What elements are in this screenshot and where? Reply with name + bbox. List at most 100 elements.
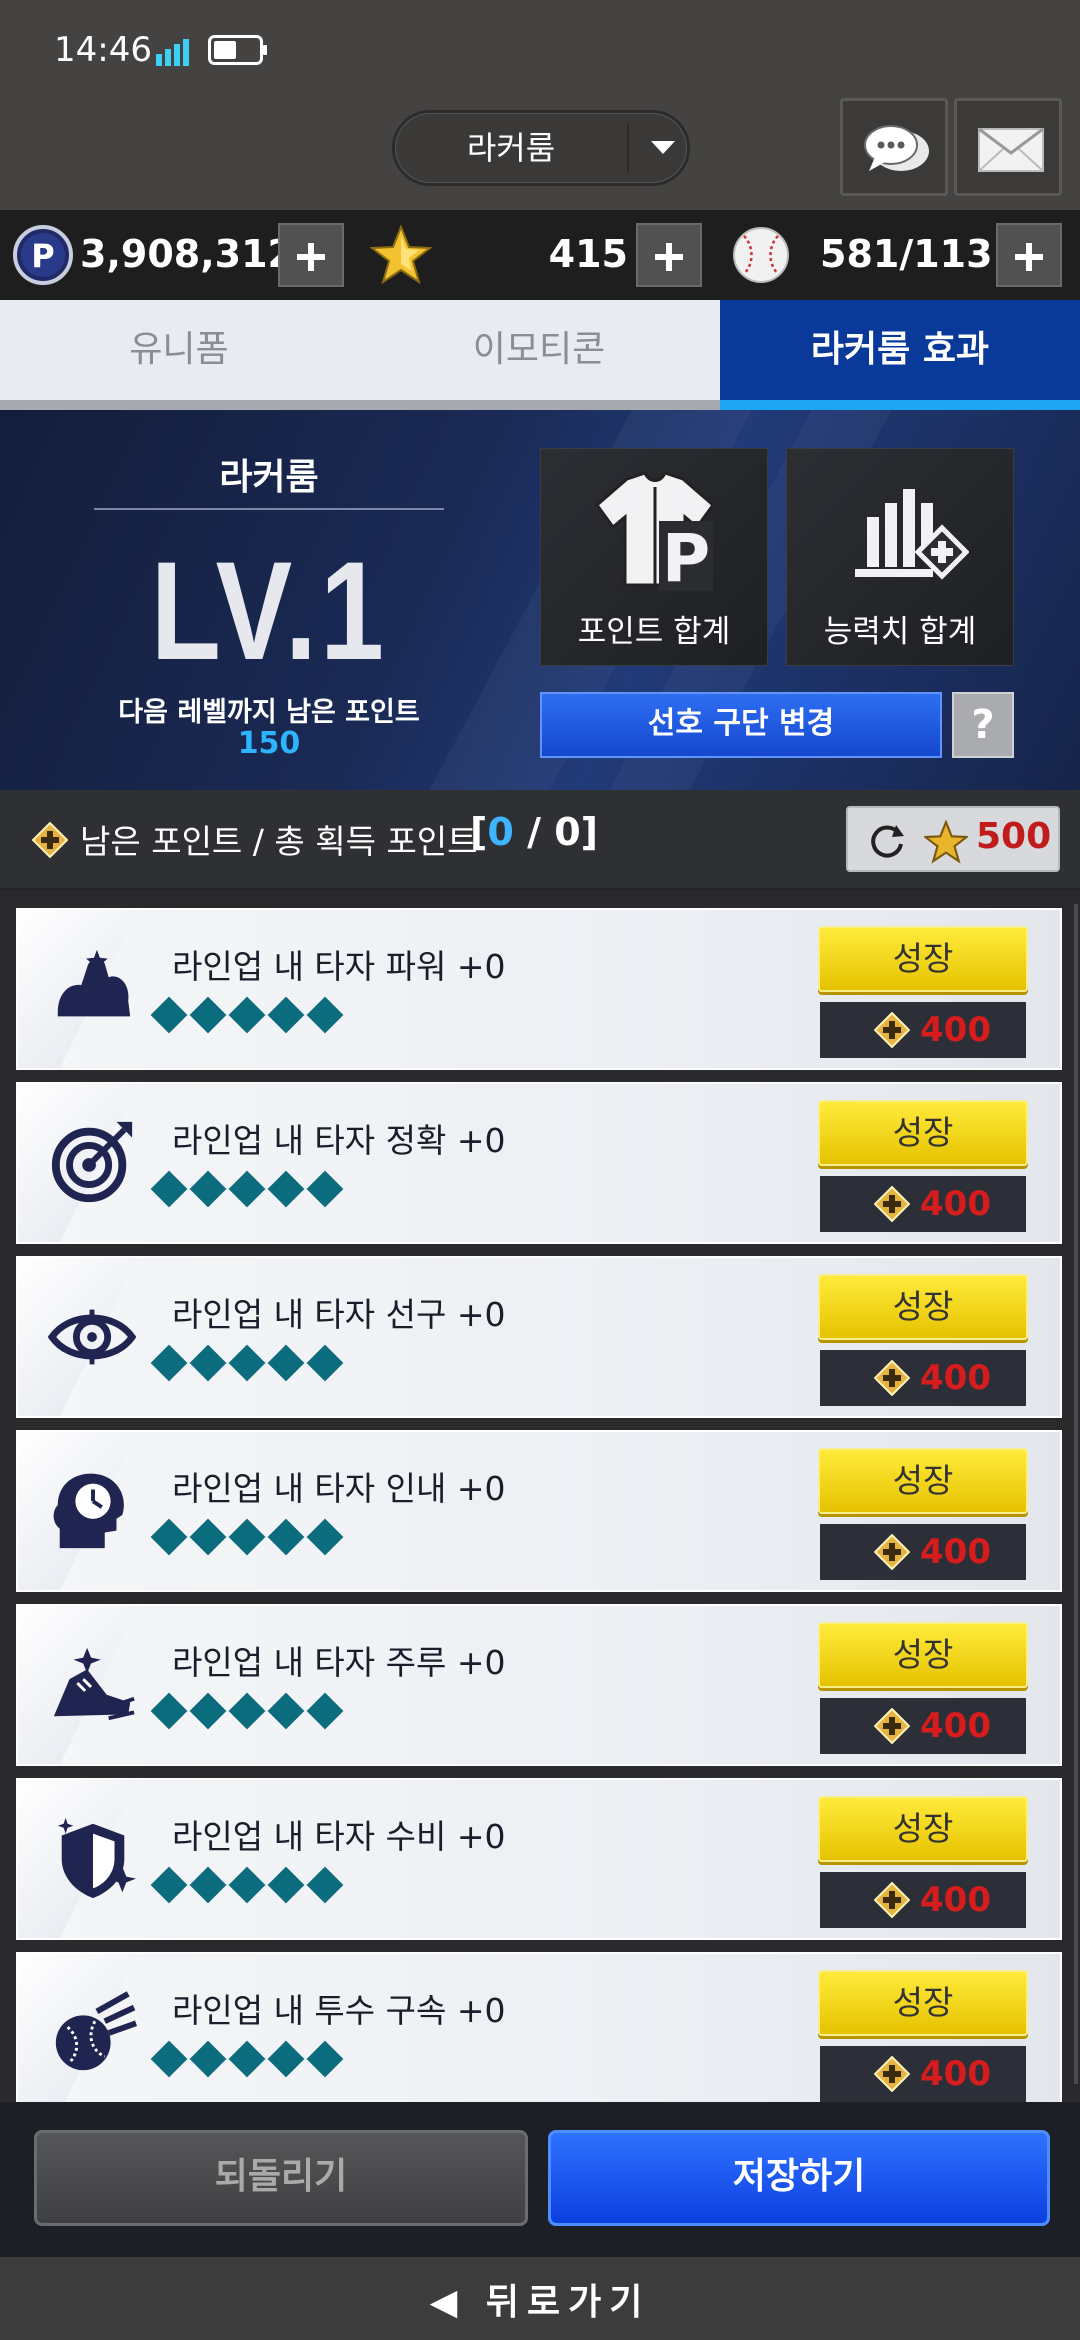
undo-button[interactable]: 되돌리기 <box>34 2130 528 2226</box>
grow-button[interactable]: 성장 <box>818 1622 1028 1688</box>
bar-chart-plus-icon <box>855 489 969 580</box>
level-gems <box>150 996 351 1038</box>
grow-cost: 400 <box>820 1176 1026 1232</box>
effect-label: 라인업 내 타자 선구 +0 <box>172 1295 506 1334</box>
gem-icon <box>306 2040 344 2078</box>
gem-icon <box>189 1344 227 1382</box>
plus-diamond-icon <box>874 1012 910 1048</box>
gem-icon <box>189 1518 227 1556</box>
next-level-value: 150 <box>237 726 301 761</box>
grow-button[interactable]: 성장 <box>818 926 1028 992</box>
scrollbar[interactable] <box>1074 904 1078 2084</box>
running-shoe-icon <box>53 1647 135 1721</box>
effect-row: 라인업 내 타자 선구 +0 성장 400 <box>16 1256 1062 1418</box>
gem-icon <box>150 2040 188 2078</box>
plus-diamond-icon <box>874 1186 910 1222</box>
grow-button[interactable]: 성장 <box>818 1448 1028 1514</box>
tab-locker-room-effect[interactable]: 라커룸 효과 <box>720 300 1080 410</box>
effect-label: 라인업 내 타자 수비 +0 <box>172 1817 506 1856</box>
flexed-arm-icon <box>57 949 131 1017</box>
gem-icon <box>267 1344 305 1382</box>
effect-row: 라인업 내 타자 수비 +0 성장 400 <box>16 1778 1062 1940</box>
effect-label: 라인업 내 타자 인내 +0 <box>172 1469 506 1508</box>
effect-row: 라인업 내 투수 구속 +0 성장 400 <box>16 1952 1062 2102</box>
gem-icon <box>306 1692 344 1730</box>
tab-emoticon[interactable]: 이모티콘 <box>358 300 720 410</box>
grow-button[interactable]: 성장 <box>818 1796 1028 1862</box>
points-summary: 남은 포인트 / 총 획득 포인트 [0 / 0] 500 <box>0 790 1080 890</box>
balls-value: 581/113 <box>820 232 993 276</box>
plus-diamond-icon <box>874 2056 910 2092</box>
gem-icon <box>150 1518 188 1556</box>
help-button[interactable]: ? <box>952 692 1014 758</box>
back-bar[interactable]: ◀ 뒤로가기 <box>0 2257 1080 2340</box>
gem-icon <box>189 2040 227 2078</box>
gem-icon <box>189 1692 227 1730</box>
back-button[interactable]: ◀ 뒤로가기 <box>0 2273 1080 2325</box>
action-bar: 되돌리기 저장하기 <box>0 2102 1080 2257</box>
next-level-label: 다음 레벨까지 남은 포인트 <box>118 697 420 728</box>
grow-button[interactable]: 성장 <box>818 1274 1028 1340</box>
target-icon <box>51 1121 133 1203</box>
envelope-icon <box>978 127 1044 172</box>
jersey-icon: P <box>594 471 716 593</box>
divider <box>94 508 444 510</box>
points-coin-icon: P <box>13 225 73 285</box>
baseball-icon <box>733 227 789 283</box>
status-bar: 14:46 <box>0 0 1080 100</box>
battery-icon <box>208 35 267 65</box>
gem-icon <box>189 1866 227 1904</box>
level-gems <box>150 1344 351 1386</box>
fastball-icon <box>55 1991 138 2071</box>
change-favorite-team-button[interactable]: 선호 구단 변경 <box>540 692 942 758</box>
points-label: 남은 포인트 / 총 획득 포인트 <box>80 822 478 861</box>
gem-icon <box>306 1518 344 1556</box>
cost-value: 400 <box>920 1010 991 1050</box>
divider <box>627 125 629 171</box>
mail-button[interactable] <box>954 98 1062 196</box>
cost-value: 400 <box>920 1184 991 1224</box>
effect-label: 라인업 내 타자 파워 +0 <box>172 947 506 986</box>
add-points-button[interactable] <box>278 223 344 287</box>
grow-cost: 400 <box>820 1698 1026 1754</box>
star-icon <box>370 224 432 285</box>
grow-cost: 400 <box>820 1524 1026 1580</box>
gem-icon <box>228 1692 266 1730</box>
panel-title: 라커룸 <box>219 457 319 498</box>
effect-row: 라인업 내 타자 정확 +0 성장 400 <box>16 1082 1062 1244</box>
gem-icon <box>150 1692 188 1730</box>
cost-value: 400 <box>920 1706 991 1746</box>
tab-uniform[interactable]: 유니폼 <box>0 300 358 410</box>
reset-points-button[interactable]: 500 <box>846 806 1060 872</box>
gem-icon <box>228 1170 266 1208</box>
currency-bar: P 3,908,312 415 581/113 <box>0 210 1080 300</box>
points-total: 0 <box>554 810 581 854</box>
effect-list[interactable]: 라인업 내 타자 파워 +0 성장 400 라인업 내 타자 정확 +0 성장 400 라인… <box>0 890 1080 2102</box>
gem-icon <box>267 1170 305 1208</box>
points-remaining: 0 <box>487 810 514 854</box>
level-panel: 라커룸 LV.1 다음 레벨까지 남은 포인트 150 P 포인트 합계 능력치… <box>0 410 1080 790</box>
add-balls-button[interactable] <box>996 223 1062 287</box>
grow-button[interactable]: 성장 <box>818 1970 1028 2036</box>
grow-button[interactable]: 성장 <box>818 1100 1028 1166</box>
add-stars-button[interactable] <box>636 223 702 287</box>
gem-icon <box>267 1518 305 1556</box>
card-label: 능력치 합계 <box>823 614 977 650</box>
svg-text:P: P <box>662 520 710 593</box>
gem-icon <box>228 1866 266 1904</box>
gem-icon <box>306 1344 344 1382</box>
room-select-dropdown[interactable]: 라커룸 <box>392 110 690 186</box>
chat-button[interactable] <box>840 98 948 196</box>
stars-value: 415 <box>548 232 628 276</box>
effect-row: 라인업 내 타자 인내 +0 성장 400 <box>16 1430 1062 1592</box>
stats-total-card[interactable]: 능력치 합계 <box>786 448 1014 666</box>
gem-icon <box>267 2040 305 2078</box>
plus-diamond-icon <box>31 821 69 859</box>
status-time: 14:46 <box>54 30 152 70</box>
signal-icon <box>156 39 189 66</box>
level-gems <box>150 1866 351 1908</box>
gem-icon <box>150 1866 188 1904</box>
gem-icon <box>306 1170 344 1208</box>
points-total-card[interactable]: P 포인트 합계 <box>540 448 768 666</box>
save-button[interactable]: 저장하기 <box>548 2130 1050 2226</box>
